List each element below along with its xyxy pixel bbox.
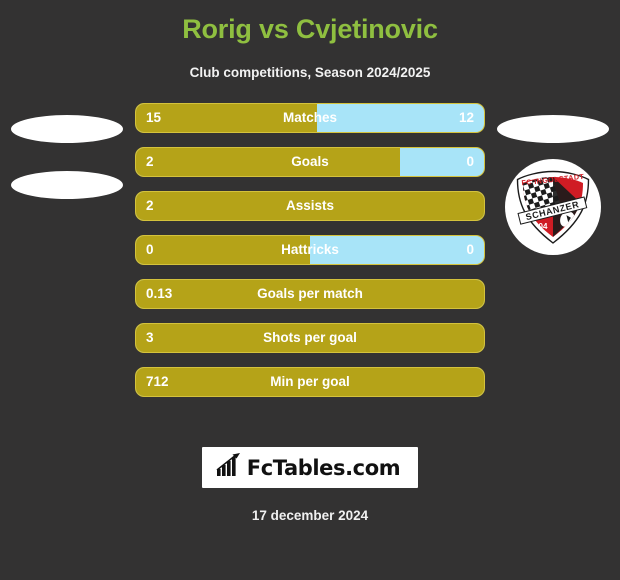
fctables-logo-text: FcTables.com: [246, 455, 401, 480]
stat-label: Goals per match: [257, 286, 363, 301]
table-row: 15 Matches 12: [135, 103, 485, 133]
comparison-panel: 15 Matches 12 2 Goals 0 2 Assists 0 Hatt…: [0, 103, 620, 413]
club-badge-icon: FC INGOLSTADT SCHANZER 04: [503, 157, 603, 257]
table-row: 0 Hattricks 0: [135, 235, 485, 265]
team-left-crests: [2, 103, 132, 403]
stat-label: Shots per goal: [263, 330, 357, 345]
team-left-badge-placeholder-secondary: [11, 171, 123, 199]
stat-label: Min per goal: [270, 374, 350, 389]
stat-label: Assists: [285, 198, 335, 213]
page-header: Rorig vs Cvjetinovic Club competitions, …: [0, 0, 620, 82]
stat-bar-list: 15 Matches 12 2 Goals 0 2 Assists 0 Hatt…: [135, 103, 485, 411]
fctables-logo[interactable]: FcTables.com: [201, 447, 419, 488]
report-date: 17 december 2024: [251, 508, 369, 523]
stat-value-right: 0: [466, 154, 474, 169]
stat-label: Matches: [282, 110, 338, 125]
table-row: 3 Shots per goal: [135, 323, 485, 353]
table-row: 2 Goals 0: [135, 147, 485, 177]
bar-chart-icon: [216, 453, 242, 482]
team-right-crests: FC INGOLSTADT SCHANZER 04: [488, 103, 618, 403]
stat-value-right: 0: [466, 242, 474, 257]
page-footer: FcTables.com 17 december 2024: [0, 447, 620, 523]
page-title: Rorig vs Cvjetinovic: [182, 14, 438, 44]
stat-label: Goals: [291, 154, 329, 169]
table-row: 2 Assists: [135, 191, 485, 221]
team-left-badge-placeholder-primary: [11, 115, 123, 143]
table-row: 0.13 Goals per match: [135, 279, 485, 309]
page-subtitle: Club competitions, Season 2024/2025: [189, 65, 431, 80]
stat-value-right: 12: [458, 110, 474, 125]
svg-text:04: 04: [539, 222, 548, 231]
team-right-badge-placeholder-primary: [497, 115, 609, 143]
table-row: 712 Min per goal: [135, 367, 485, 397]
stat-label: Hattricks: [281, 242, 339, 257]
